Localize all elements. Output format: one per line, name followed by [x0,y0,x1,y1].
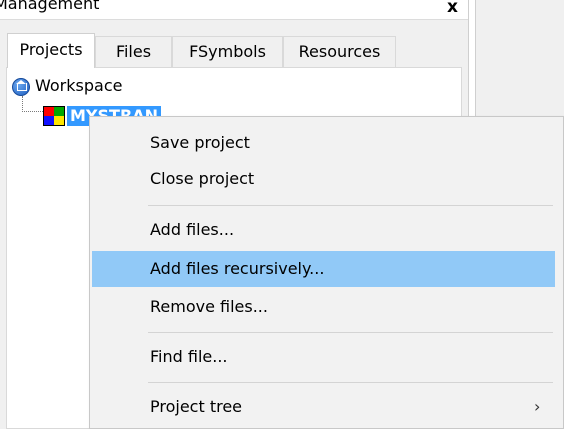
close-icon[interactable]: x [447,0,458,17]
tab-resources[interactable]: Resources [283,36,396,67]
menu-item-add-files[interactable]: Add files... [92,212,555,248]
menu-separator [148,205,553,206]
menu-item-close-project[interactable]: Close project [92,161,555,197]
menu-item-remove-files[interactable]: Remove files... [92,289,555,325]
panel-title: Management [0,0,100,13]
menu-item-add-files-recursively[interactable]: Add files recursively... [92,251,555,287]
panel-titlebar: Management x [0,0,468,20]
project-colored-squares-icon [43,106,65,126]
tree-item-workspace[interactable]: Workspace [35,76,122,95]
submenu-arrow-icon: › [534,397,541,416]
tab-fsymbols[interactable]: FSymbols [172,36,283,67]
tab-projects[interactable]: Projects [7,33,95,68]
tab-files[interactable]: Files [95,36,172,67]
menu-item-project-tree-label: Project tree [150,397,243,416]
context-menu: Save project Close project Add files... … [89,116,564,429]
menu-separator [148,332,553,333]
tree-connector-line [22,96,43,112]
workspace-home-icon [12,78,30,96]
menu-separator [148,382,553,383]
menu-item-project-tree[interactable]: Project tree › [92,389,555,425]
menu-item-save-project[interactable]: Save project [92,125,555,161]
menu-item-find-file[interactable]: Find file... [92,339,555,375]
